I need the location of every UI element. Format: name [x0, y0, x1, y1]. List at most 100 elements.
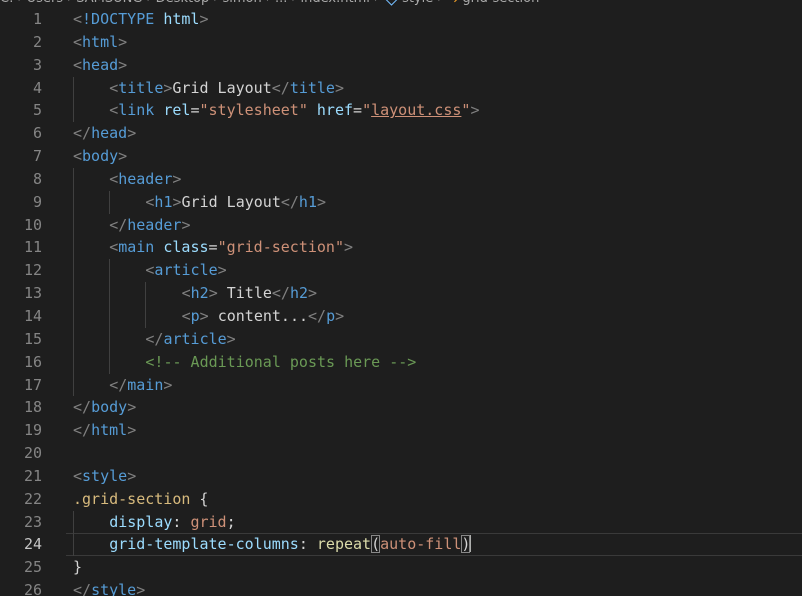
code-text: </html> — [73, 419, 136, 442]
indent-guide — [73, 304, 74, 328]
breadcrumb-item[interactable]: C: — [0, 0, 13, 6]
line-number: 11 — [23, 238, 42, 257]
code-text: <h1>Grid Layout</h1> — [145, 191, 326, 214]
code-line[interactable]: 8 <header> — [0, 167, 802, 191]
breadcrumb-item[interactable]: Users — [27, 0, 63, 6]
indent-guide — [109, 282, 111, 305]
code-token-punct: > — [208, 284, 218, 303]
code-token-punct: < — [109, 238, 119, 257]
code-token-punct: > — [127, 124, 137, 143]
code-line[interactable]: 14 <p> content...</p> — [0, 304, 802, 328]
indent-guide — [109, 304, 111, 328]
code-line[interactable]: 26 </style> — [0, 579, 802, 596]
code-line[interactable]: 4 <title>Grid Layout</title> — [0, 76, 802, 100]
code-line[interactable]: 20 — [0, 442, 802, 465]
indent-guide — [145, 282, 147, 305]
code-token-tag: h1 — [298, 192, 317, 211]
code-line[interactable]: 17 </main> — [0, 373, 802, 397]
code-text: </article> — [145, 328, 235, 351]
code-line[interactable]: 18 </body> — [0, 396, 802, 419]
code-token-punct: > — [127, 421, 137, 440]
code-line[interactable]: 3 <head> — [0, 54, 802, 77]
code-token-tag: head — [82, 55, 119, 74]
code-token-bracket: ( — [371, 535, 381, 554]
indent-guide — [73, 282, 74, 305]
code-token-tag: p — [326, 306, 336, 325]
code-line[interactable]: 6 </head> — [0, 122, 802, 145]
code-token-text: Grid Layout — [181, 192, 281, 211]
code-line[interactable]: 10 </header> — [0, 213, 802, 237]
code-line[interactable]: 23 display: grid; — [0, 510, 802, 534]
code-token-punct: </ — [145, 329, 164, 348]
line-number: 24 — [23, 535, 42, 554]
code-token-punct: > — [118, 32, 128, 51]
code-line[interactable]: 24 grid-template-columns: repeat(auto-fil… — [0, 533, 802, 557]
code-line[interactable]: 2 <html> — [0, 31, 802, 54]
code-token-punct: > — [118, 147, 128, 166]
code-token-str: "grid-section" — [217, 238, 344, 257]
code-text: <html> — [73, 31, 127, 54]
code-token-strlink[interactable]: layout.css — [371, 101, 461, 119]
line-number: 18 — [23, 398, 42, 417]
code-token-punct: </ — [271, 284, 290, 303]
code-text: <head> — [73, 54, 127, 77]
chevron-right-icon: › — [213, 0, 218, 6]
code-text: } — [73, 556, 82, 579]
line-number: 4 — [32, 78, 42, 97]
indent-guide — [73, 213, 74, 237]
code-text: </head> — [73, 122, 136, 145]
code-line[interactable]: 13 <h2> Title</h2> — [0, 282, 802, 305]
code-token-tag: article — [154, 261, 218, 280]
code-line[interactable]: 16 <!-- Additional posts here --> — [0, 350, 802, 374]
code-token-bracket: ) — [461, 535, 471, 554]
code-token-punct: > — [199, 306, 209, 325]
breadcrumb-item[interactable]: index.html — [301, 0, 370, 6]
code-line[interactable]: 21 <style> — [0, 465, 802, 488]
code-line[interactable]: 15 </article> — [0, 327, 802, 351]
breadcrumb-item[interactable]: style — [402, 0, 433, 6]
code-token-tag: style — [82, 466, 128, 485]
breadcrumb-item[interactable]: SAMSUNG — [76, 0, 142, 6]
breadcrumb-item[interactable]: Desktop — [156, 0, 210, 6]
chevron-right-icon: › — [67, 0, 72, 6]
code-text: </header> — [109, 214, 190, 237]
indent-guide — [109, 350, 111, 374]
code-editor[interactable]: 1 <!DOCTYPE html> 2 <html> 3 <head> 4 <title>Gr… — [0, 8, 802, 596]
chevron-right-icon: › — [17, 0, 22, 6]
line-number: 20 — [23, 444, 42, 463]
code-token-tag: head — [91, 124, 128, 143]
code-token-punct: > — [226, 329, 236, 348]
breadcrumb: C:›Users›SAMSUNG›Desktop›simon›...›index… — [0, 0, 802, 6]
breadcrumb-item[interactable]: ... — [275, 0, 287, 6]
breadcrumb-item[interactable]: grid-section — [462, 0, 539, 6]
code-line[interactable]: 1 <!DOCTYPE html> — [0, 8, 802, 31]
indent-guide — [73, 167, 74, 191]
indent-guide — [73, 259, 74, 283]
code-text: <title>Grid Layout</title> — [109, 77, 344, 100]
chevron-right-icon: › — [437, 0, 442, 6]
code-line[interactable]: 22 .grid-section { — [0, 488, 802, 511]
code-token-punct: </ — [73, 398, 92, 417]
code-text: <!-- Additional posts here --> — [145, 351, 416, 374]
code-text: <link rel="stylesheet" href="layout.css"… — [109, 99, 479, 122]
line-number: 21 — [23, 466, 42, 485]
code-token-punct: > — [217, 261, 227, 280]
code-line[interactable]: 7 <body> — [0, 145, 802, 168]
code-line[interactable]: 11 <main class="grid-section"> — [0, 236, 802, 260]
code-token-tag: !DOCTYPE — [82, 10, 155, 28]
code-token-text: = — [353, 101, 363, 120]
code-token-tag: html — [91, 421, 128, 440]
code-token-tag: title — [118, 78, 164, 97]
line-number: 2 — [32, 32, 42, 51]
code-token-tag: title — [289, 78, 335, 97]
code-line[interactable]: 12 <article> — [0, 259, 802, 283]
breadcrumb-item[interactable]: simon — [222, 0, 261, 6]
code-token-fn: repeat — [316, 535, 372, 554]
line-number: 12 — [23, 261, 42, 280]
code-token-punct: > — [334, 78, 344, 97]
code-line[interactable]: 5 <link rel="stylesheet" href="layout.css… — [0, 99, 802, 123]
code-line[interactable]: 25} — [0, 556, 802, 579]
code-line[interactable]: 19 </html> — [0, 419, 802, 442]
code-line[interactable]: 9 <h1>Grid Layout</h1> — [0, 190, 802, 214]
code-token-punct: </ — [73, 124, 92, 143]
